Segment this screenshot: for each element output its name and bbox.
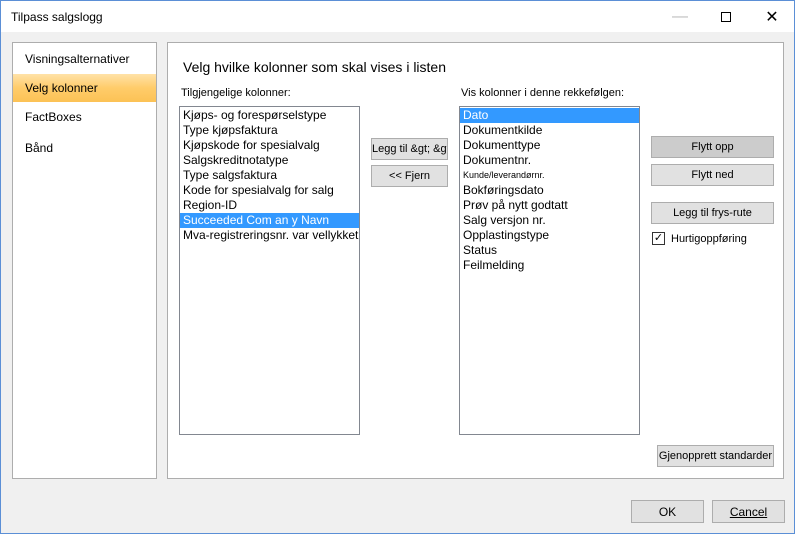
- main-panel: Velg hvilke kolonner som skal vises i li…: [167, 42, 784, 479]
- dialog-window: Tilpass salgslogg — ✕ Visningsalternativ…: [0, 0, 795, 534]
- list-item[interactable]: Dokumentkilde: [460, 123, 639, 138]
- list-item-selected[interactable]: Dato: [460, 108, 639, 123]
- maximize-icon: [721, 11, 731, 22]
- list-item[interactable]: Kunde/leverandørnr.: [460, 168, 639, 183]
- nav-item-label: Bånd: [25, 141, 54, 155]
- ok-button[interactable]: OK: [631, 500, 704, 523]
- checkmark-icon: ✓: [653, 232, 664, 244]
- move-down-button[interactable]: Flytt ned: [651, 164, 774, 186]
- nav-item-band[interactable]: Bånd: [13, 134, 156, 162]
- list-item[interactable]: Feilmelding: [460, 258, 639, 273]
- add-freeze-pane-button[interactable]: Legg til frys-rute: [651, 202, 774, 224]
- quick-entry-checkbox-row[interactable]: ✓ Hurtigoppføring: [652, 232, 747, 245]
- list-item[interactable]: Opplastingstype: [460, 228, 639, 243]
- list-item[interactable]: Bokføringsdato: [460, 183, 639, 198]
- nav-item-label: Velg kolonner: [25, 81, 98, 95]
- list-item[interactable]: Salg versjon nr.: [460, 213, 639, 228]
- nav-item-factboxes[interactable]: FactBoxes: [13, 103, 156, 131]
- list-item[interactable]: Salgskreditnotatype: [180, 153, 359, 168]
- add-column-button[interactable]: Legg til &gt; &gt;: [371, 138, 448, 160]
- title-bar: Tilpass salgslogg — ✕: [1, 1, 794, 32]
- list-item[interactable]: Dokumentnr.: [460, 153, 639, 168]
- restore-defaults-button[interactable]: Gjenopprett standarder: [657, 445, 774, 467]
- remove-column-button[interactable]: << Fjern: [371, 165, 448, 187]
- nav-item-label: Visningsalternativer: [25, 52, 130, 66]
- cancel-button[interactable]: Cancel: [712, 500, 785, 523]
- list-item[interactable]: Type salgsfaktura: [180, 168, 359, 183]
- available-columns-list[interactable]: Kjøps- og forespørselstype Type kjøpsfak…: [179, 106, 360, 435]
- close-icon: ✕: [765, 8, 779, 26]
- nav-item-visningsalternativer[interactable]: Visningsalternativer: [13, 45, 156, 73]
- quick-entry-label: Hurtigoppføring: [671, 232, 747, 245]
- list-item[interactable]: Dokumenttype: [460, 138, 639, 153]
- list-item[interactable]: Kode for spesialvalg for salg: [180, 183, 359, 198]
- shown-columns-label: Vis kolonner i denne rekkefølgen:: [461, 87, 625, 99]
- close-button[interactable]: ✕: [749, 1, 795, 32]
- available-columns-label: Tilgjengelige kolonner:: [181, 87, 291, 99]
- list-item-selected[interactable]: Succeeded Com an y Navn: [180, 213, 359, 228]
- list-item[interactable]: Status: [460, 243, 639, 258]
- window-title: Tilpass salgslogg: [11, 10, 103, 24]
- minimize-button[interactable]: —: [657, 1, 703, 32]
- minimize-icon: —: [672, 7, 688, 25]
- cancel-label: Cancel: [729, 504, 768, 519]
- panel-heading: Velg hvilke kolonner som skal vises i li…: [183, 59, 447, 75]
- left-navigation: Visningsalternativer Velg kolonner FactB…: [12, 42, 157, 479]
- maximize-button[interactable]: [703, 1, 749, 32]
- list-item[interactable]: Mva-registreringsnr. var vellykket: [180, 228, 359, 243]
- move-up-button[interactable]: Flytt opp: [651, 136, 774, 158]
- nav-item-label: FactBoxes: [25, 110, 82, 124]
- quick-entry-checkbox[interactable]: ✓: [652, 232, 665, 245]
- list-item[interactable]: Kjøps- og forespørselstype: [180, 108, 359, 123]
- list-item[interactable]: Region-ID: [180, 198, 359, 213]
- shown-columns-list[interactable]: Dato Dokumentkilde Dokumenttype Dokument…: [459, 106, 640, 435]
- nav-item-velg-kolonner[interactable]: Velg kolonner: [13, 74, 156, 102]
- list-item[interactable]: Type kjøpsfaktura: [180, 123, 359, 138]
- list-item[interactable]: Kjøpskode for spesialvalg: [180, 138, 359, 153]
- list-item[interactable]: Prøv på nytt godtatt: [460, 198, 639, 213]
